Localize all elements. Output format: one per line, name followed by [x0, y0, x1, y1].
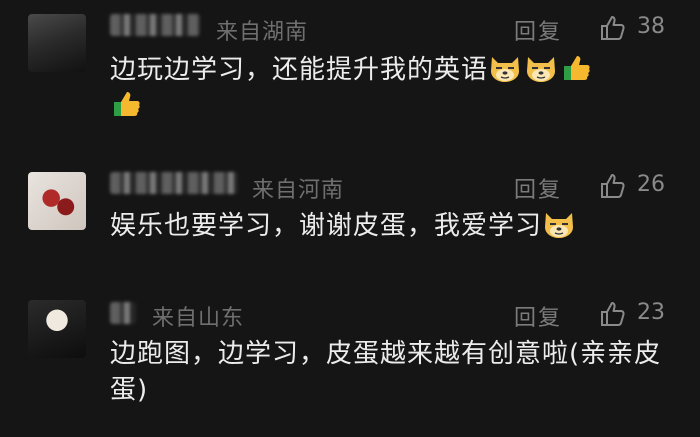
reply-button[interactable]: 回复	[514, 300, 562, 332]
comment-text: 边玩边学习，还能提升我的英语	[110, 52, 670, 124]
doge-emoji-icon	[488, 53, 522, 83]
comment-text-body: 边玩边学习，还能提升我的英语	[110, 55, 489, 85]
thumb-up-icon[interactable]	[598, 300, 626, 328]
thumb-up-icon[interactable]	[598, 172, 626, 200]
doge-emoji-icon	[524, 53, 558, 83]
avatar[interactable]	[28, 172, 86, 230]
username-blurred[interactable]	[110, 14, 200, 36]
comment-text: 边跑图，边学习，皮蛋越来越有创意啦(亲亲皮蛋)	[110, 339, 662, 405]
comment-text-body: 娱乐也要学习，谢谢皮蛋，我爱学习	[110, 211, 543, 241]
thumbs-up-emoji-icon	[110, 89, 144, 119]
reply-button[interactable]: 回复	[514, 14, 562, 46]
comment-text: 娱乐也要学习，谢谢皮蛋，我爱学习	[110, 208, 670, 244]
thumb-up-icon[interactable]	[598, 14, 626, 42]
username-blurred[interactable]	[110, 172, 238, 194]
avatar[interactable]	[28, 300, 86, 358]
username-blurred[interactable]	[110, 302, 136, 324]
like-count: 38	[637, 14, 665, 39]
thumbs-up-emoji-icon	[560, 53, 594, 83]
avatar[interactable]	[28, 14, 86, 72]
doge-emoji-icon	[542, 209, 576, 239]
location-label: 来自山东	[152, 306, 245, 331]
reply-button[interactable]: 回复	[514, 172, 562, 204]
location-label: 来自湖南	[216, 20, 309, 45]
location-label: 来自河南	[252, 178, 345, 203]
like-count: 26	[637, 172, 665, 197]
like-count: 23	[637, 300, 665, 325]
